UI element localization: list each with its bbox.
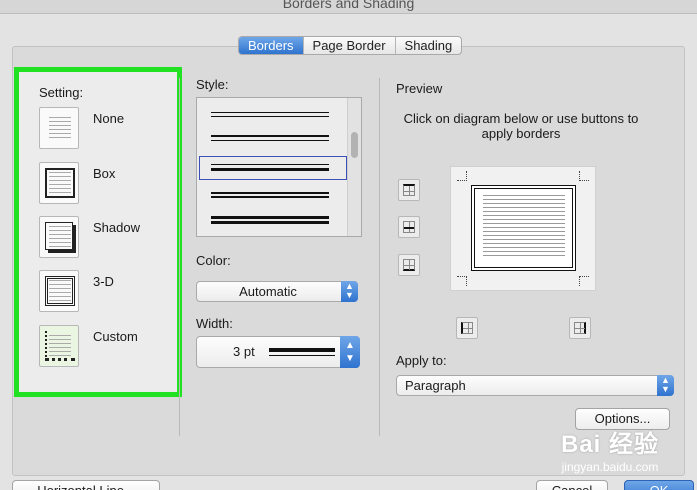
color-label: Color: (196, 253, 231, 268)
right-border-button[interactable] (569, 317, 591, 339)
border-left-icon (461, 322, 473, 334)
preview-hint: Click on diagram below or use buttons to… (403, 111, 639, 141)
color-select[interactable]: Automatic ▲ ▼ (196, 281, 358, 302)
chevron-updown-icon[interactable]: ▲ ▼ (341, 281, 358, 302)
watermark-url: jingyan.baidu.com (561, 460, 659, 474)
left-border-button[interactable] (456, 317, 478, 339)
setting-shadow[interactable]: Shadow (39, 216, 179, 260)
chevron-updown-icon[interactable]: ▲ ▼ (657, 375, 674, 396)
width-value: 3 pt (233, 344, 255, 359)
width-label: Width: (196, 316, 233, 331)
preview-diagram[interactable] (450, 166, 596, 291)
baidu-watermark: Bai 经验 jingyan.baidu.com (530, 424, 690, 474)
window-title: Borders and Shading (282, 0, 415, 11)
line-style-option[interactable] (211, 112, 329, 117)
line-style-option[interactable] (211, 216, 329, 224)
width-select[interactable]: 3 pt ▲ ▼ (196, 336, 360, 368)
border-right-icon (574, 322, 586, 334)
setting-panel: Setting: None Box Shadow 3-D Custom (14, 67, 182, 397)
setting-label-shadow: Shadow (93, 220, 140, 235)
preview-border-frame (471, 185, 576, 271)
line-style-option[interactable] (211, 135, 329, 141)
setting-label-custom: Custom (93, 329, 138, 344)
bottom-border-button[interactable] (398, 254, 420, 276)
top-border-button[interactable] (398, 179, 420, 201)
border-top-icon (403, 184, 415, 196)
border-box-icon[interactable] (39, 162, 79, 204)
tab-borders[interactable]: Borders (239, 37, 304, 54)
cancel-button[interactable]: Cancel (536, 480, 608, 490)
tab-page-border[interactable]: Page Border (304, 37, 396, 54)
setting-custom[interactable]: Custom (39, 325, 179, 369)
tab-shading[interactable]: Shading (396, 37, 462, 54)
setting-label-box: Box (93, 166, 116, 181)
border-3d-icon[interactable] (39, 270, 79, 312)
setting-none[interactable]: None (39, 107, 179, 151)
line-style-option[interactable] (211, 192, 329, 198)
border-inside-horizontal-icon (403, 221, 415, 233)
border-bottom-icon (403, 259, 415, 271)
preview-text-lines (483, 195, 565, 259)
border-custom-icon[interactable] (39, 325, 79, 367)
ok-button[interactable]: OK (624, 480, 694, 490)
color-value: Automatic (239, 284, 297, 299)
border-none-icon[interactable] (39, 107, 79, 149)
apply-to-value: Paragraph (405, 378, 466, 393)
scrollbar-thumb[interactable] (351, 132, 358, 158)
apply-to-label: Apply to: (396, 353, 447, 368)
chevron-updown-icon[interactable]: ▲ ▼ (340, 336, 360, 368)
style-scrollbar[interactable] (347, 98, 361, 236)
style-list[interactable] (196, 97, 362, 237)
setting-label-none: None (93, 111, 125, 126)
style-label: Style: (196, 77, 229, 92)
setting-title: Setting: (39, 85, 84, 100)
window-title-bar: Borders and Shading (0, 0, 697, 14)
setting-box[interactable]: Box (39, 162, 179, 206)
inside-horizontal-border-button[interactable] (398, 216, 420, 238)
setting-label-3d: 3-D (93, 274, 114, 289)
border-shadow-icon[interactable] (39, 216, 79, 258)
horizontal-line-button[interactable]: Horizontal Line... (12, 480, 160, 490)
selected-line-style (199, 156, 347, 180)
width-line-sample (269, 348, 335, 356)
apply-to-select[interactable]: Paragraph ▲ ▼ (396, 375, 674, 396)
watermark-logo: Bai 经验 (560, 431, 659, 458)
setting-3d[interactable]: 3-D (39, 270, 179, 314)
preview-label: Preview (396, 81, 443, 96)
column-divider (179, 78, 180, 436)
column-divider (379, 78, 380, 436)
tab-bar: Borders Page Border Shading (238, 36, 463, 55)
